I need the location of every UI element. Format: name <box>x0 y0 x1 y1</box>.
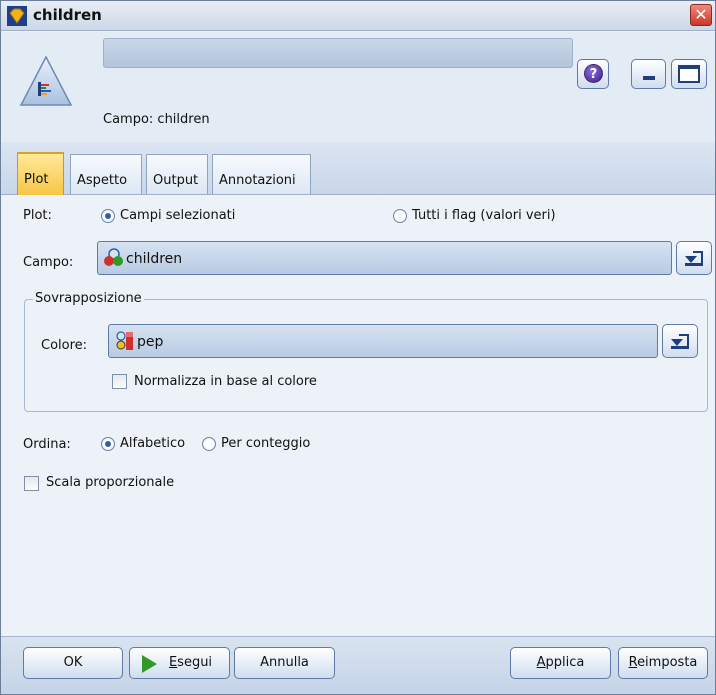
field-select[interactable]: children <box>97 241 672 275</box>
help-icon: ? <box>584 64 603 83</box>
radio-sort-alpha-label[interactable]: Alfabetico <box>120 436 185 451</box>
tab-plot[interactable]: Plot <box>17 152 64 195</box>
tab-plot-label: Plot <box>24 172 49 187</box>
ok-button-label: OK <box>63 655 83 670</box>
minimize-icon <box>643 76 655 80</box>
maximize-icon <box>678 65 700 83</box>
normalize-label[interactable]: Normalizza in base al colore <box>134 374 317 389</box>
radio-sort-count[interactable] <box>202 437 216 451</box>
field-picker-button[interactable] <box>676 241 712 275</box>
tab-strip: Plot Aspetto Output Annotazioni <box>1 142 715 195</box>
close-button[interactable]: ✕ <box>690 4 712 26</box>
field-caption: Campo: children <box>103 112 210 127</box>
radio-all-flags[interactable] <box>393 209 407 223</box>
tab-annotazioni[interactable]: Annotazioni <box>212 154 311 194</box>
radio-selected-fields[interactable] <box>101 209 115 223</box>
node-name-field[interactable] <box>103 38 573 68</box>
window-title: children <box>33 6 102 24</box>
apply-button[interactable]: Applica <box>510 647 611 679</box>
field-select-value: children <box>126 251 183 267</box>
radio-selected-fields-label[interactable]: Campi selezionati <box>120 208 235 223</box>
color-select-value: pep <box>137 334 164 350</box>
run-button[interactable]: Esegui <box>129 647 230 679</box>
minimize-button[interactable] <box>631 59 666 89</box>
title-bar[interactable]: children ✕ <box>1 1 715 31</box>
tab-aspetto-label: Aspetto <box>77 173 128 188</box>
radio-sort-count-label[interactable]: Per conteggio <box>221 436 310 451</box>
overlay-group-title: Sovrapposizione <box>33 291 144 306</box>
tab-aspetto[interactable]: Aspetto <box>70 154 142 194</box>
tab-output[interactable]: Output <box>146 154 208 194</box>
help-button[interactable]: ? <box>577 59 609 89</box>
button-bar: OK Esegui Annulla Applica Reimposta <box>1 636 715 694</box>
maximize-button[interactable] <box>671 59 707 89</box>
distribution-node-icon <box>19 55 73 106</box>
normalize-checkbox[interactable] <box>112 374 127 389</box>
proportional-scale-checkbox[interactable] <box>24 476 39 491</box>
close-icon: ✕ <box>694 5 708 24</box>
radio-all-flags-label[interactable]: Tutti i flag (valori veri) <box>412 208 556 223</box>
tab-annotazioni-label: Annotazioni <box>219 173 296 188</box>
plot-tab-content: Plot: Campi selezionati Tutti i flag (va… <box>1 196 715 636</box>
reset-button-label: Reimposta <box>628 655 698 670</box>
plot-label: Plot: <box>23 208 52 223</box>
ok-button[interactable]: OK <box>23 647 123 679</box>
field-label: Campo: <box>23 255 74 270</box>
tab-output-label: Output <box>153 173 199 188</box>
header-panel: ? Campo: children <box>1 32 715 142</box>
play-icon <box>142 655 157 673</box>
dialog-window: children ✕ ? Campo: children Plot Aspett… <box>0 0 716 695</box>
reset-button[interactable]: Reimposta <box>618 647 708 679</box>
color-label: Colore: <box>41 338 88 353</box>
node-diamond-icon <box>7 6 27 26</box>
radio-sort-alpha[interactable] <box>101 437 115 451</box>
flag-field-icon <box>116 331 133 350</box>
sort-label: Ordina: <box>23 437 71 452</box>
apply-button-label: Applica <box>536 655 585 670</box>
overlay-group: Sovrapposizione Colore: pep Normalizza i… <box>24 291 708 412</box>
color-picker-button[interactable] <box>662 324 698 358</box>
color-select[interactable]: pep <box>108 324 658 358</box>
cancel-button-label: Annulla <box>260 655 309 670</box>
proportional-scale-label[interactable]: Scala proporzionale <box>46 475 174 490</box>
set-field-icon <box>104 248 123 266</box>
cancel-button[interactable]: Annulla <box>234 647 335 679</box>
